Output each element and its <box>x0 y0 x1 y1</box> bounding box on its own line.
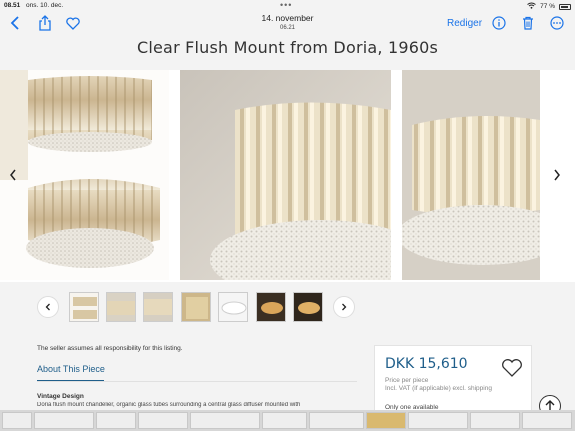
thumbnail-3[interactable] <box>143 292 173 322</box>
price-note: Price per piece <box>385 377 429 384</box>
favorite-heart-icon[interactable] <box>501 358 523 378</box>
thumbnail-4[interactable] <box>181 292 211 322</box>
gallery-image-1[interactable] <box>0 70 169 280</box>
item-description: Doria flush mount chandelier, organic gl… <box>37 402 301 408</box>
photo-date: 14. november <box>261 13 314 23</box>
scrubber-thumb[interactable] <box>34 412 94 429</box>
thumbnails-prev-button[interactable] <box>37 296 59 318</box>
photo-time: 06.21 <box>279 24 295 31</box>
status-time: 08.51 <box>4 2 21 9</box>
page-title: Clear Flush Mount from Doria, 1960s <box>137 38 438 57</box>
gallery-prev-button[interactable] <box>6 168 20 182</box>
photo-scrubber-strip[interactable] <box>0 410 575 431</box>
chevron-right-icon <box>342 303 347 311</box>
trash-icon[interactable] <box>519 14 537 32</box>
chevron-right-icon <box>554 169 560 181</box>
edit-button[interactable]: Rediger <box>447 18 482 29</box>
gallery-image-2[interactable] <box>180 70 391 280</box>
status-date: ons. 10. dec. <box>26 2 64 9</box>
photo-date-title: 14. november 06.21 <box>0 14 575 31</box>
scrubber-thumb[interactable] <box>522 412 572 429</box>
battery-percentage: 77 % <box>540 3 555 10</box>
chevron-left-icon <box>10 169 16 181</box>
scrubber-thumb[interactable] <box>96 412 136 429</box>
gallery-next-button[interactable] <box>550 168 564 182</box>
photo-toolbar: 14. november 06.21 Rediger <box>0 10 575 38</box>
thumbnail-2[interactable] <box>106 292 136 322</box>
product-image-gallery <box>0 70 575 282</box>
thumbnail-1[interactable] <box>69 292 99 322</box>
tab-about-this-piece[interactable]: About This Piece <box>37 364 105 374</box>
seller-disclaimer: The seller assumes all responsibility fo… <box>37 345 183 352</box>
section-heading: Vintage Design <box>37 393 84 400</box>
thumbnail-strip <box>0 288 575 326</box>
scrubber-thumb[interactable] <box>190 412 260 429</box>
thumbnails-next-button[interactable] <box>333 296 355 318</box>
scrubber-thumb[interactable] <box>2 412 32 429</box>
thumbnail-6[interactable] <box>256 292 286 322</box>
scrubber-thumb[interactable] <box>470 412 520 429</box>
active-tab-underline <box>37 380 104 381</box>
status-bar: 08.51 ons. 10. dec. ••• 77 % <box>0 0 575 10</box>
scrubber-thumb[interactable] <box>262 412 307 429</box>
gallery-image-3[interactable] <box>402 70 540 280</box>
scrubber-thumb[interactable] <box>408 412 468 429</box>
price: DKK 15,610 <box>385 356 468 372</box>
tab-divider <box>37 381 357 382</box>
multitask-dots-icon[interactable]: ••• <box>280 0 292 10</box>
chevron-left-icon <box>45 303 50 311</box>
vat-note: Incl. VAT (if applicable) excl. shipping <box>385 385 492 392</box>
thumbnail-7[interactable] <box>293 292 323 322</box>
scrubber-thumb[interactable] <box>309 412 364 429</box>
info-icon[interactable] <box>490 14 508 32</box>
thumbnail-5[interactable] <box>218 292 248 322</box>
battery-icon <box>559 3 571 10</box>
scrubber-thumb[interactable] <box>366 412 406 429</box>
more-options-icon[interactable] <box>548 14 566 32</box>
scrubber-thumb[interactable] <box>138 412 188 429</box>
